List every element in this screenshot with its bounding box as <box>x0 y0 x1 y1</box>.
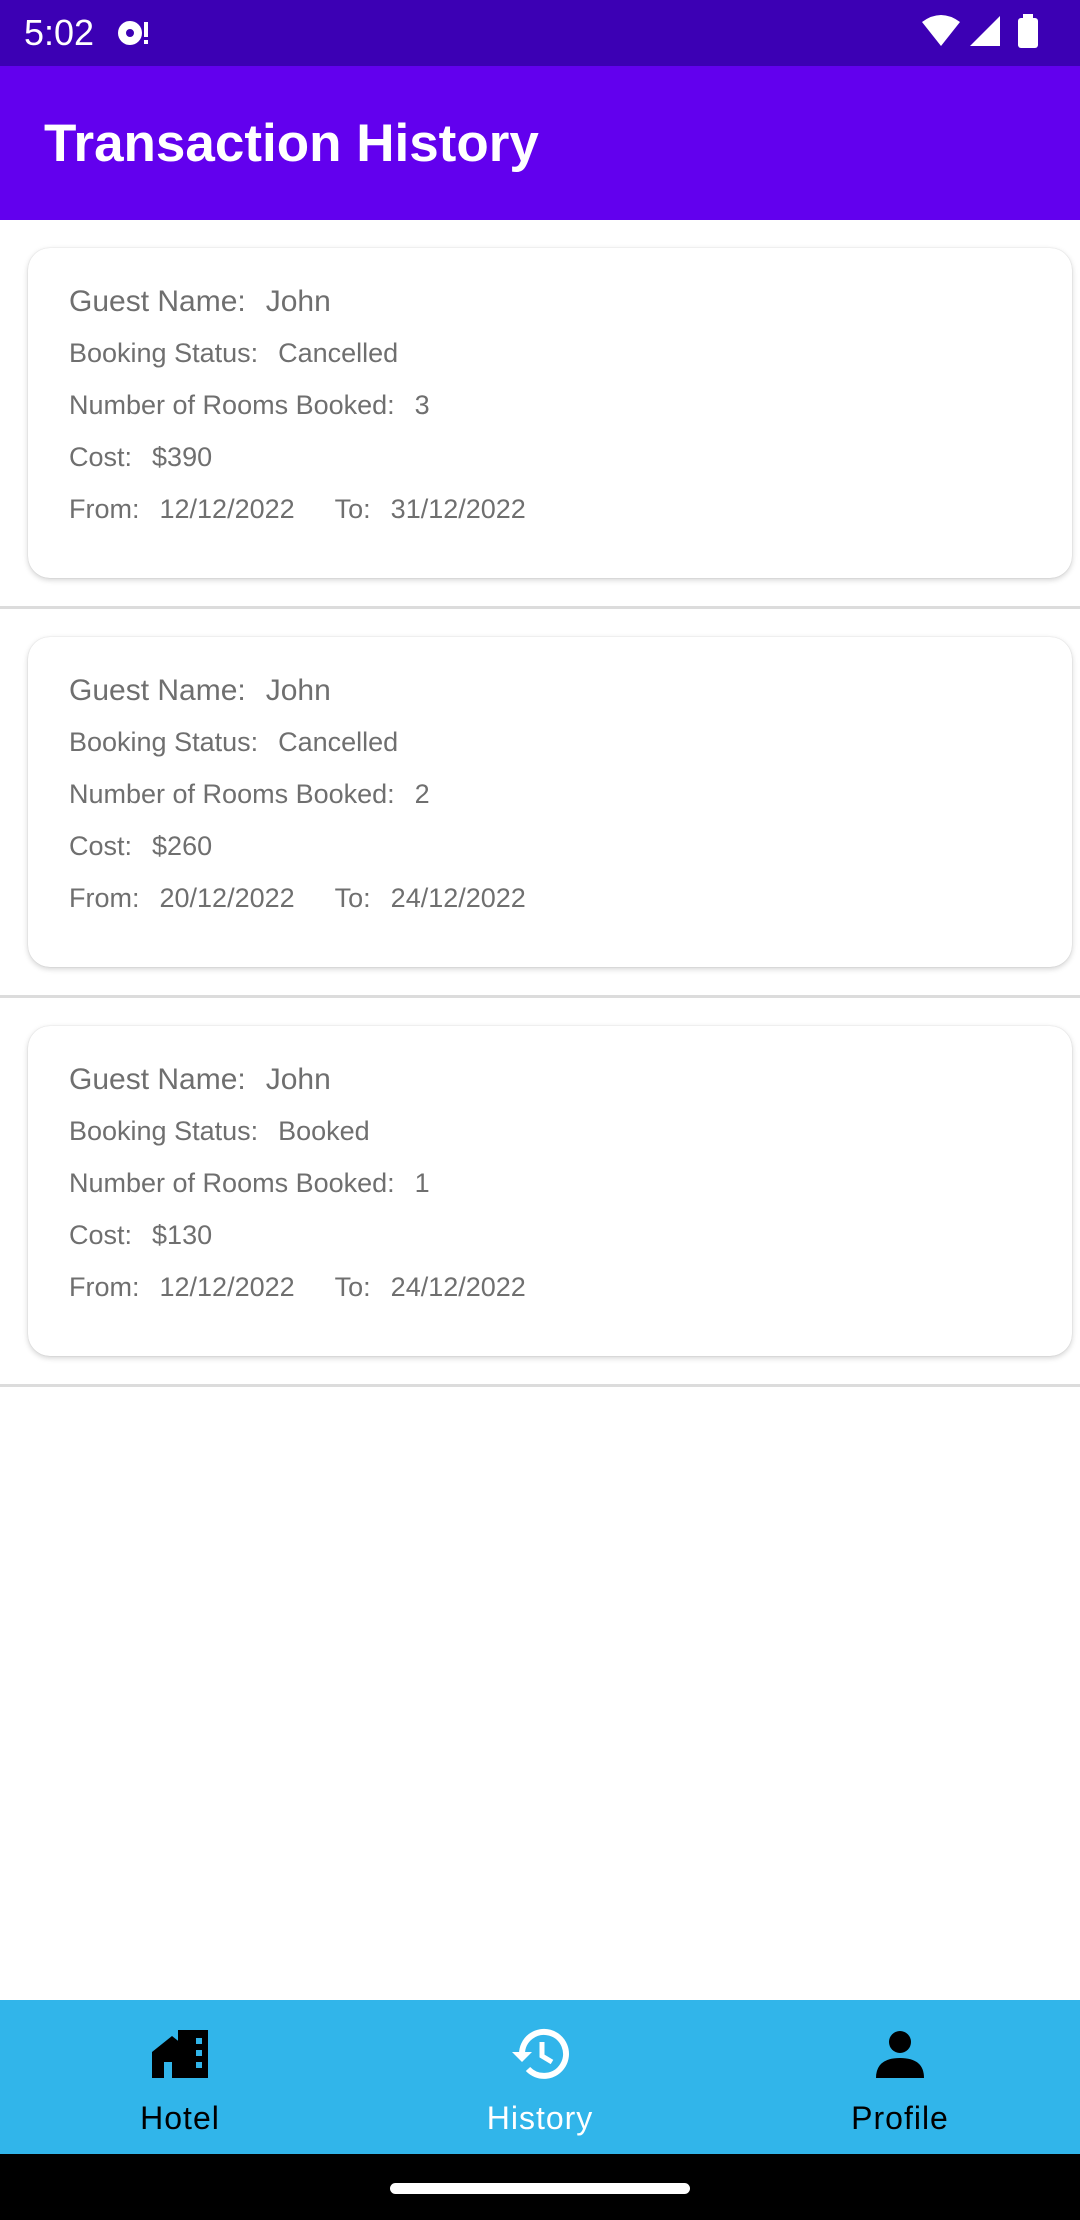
guest-name-value: John <box>265 674 331 707</box>
booking-status-label: Booking Status: <box>69 1116 259 1146</box>
booking-status-value: Cancelled <box>278 338 399 368</box>
notification-icon <box>114 16 154 55</box>
booking-status-label: Booking Status: <box>69 727 259 757</box>
status-time: 5:02 <box>24 12 95 53</box>
cost-label: Cost: <box>69 442 133 472</box>
booking-status-row: Booking Status: Booked <box>69 1112 370 1150</box>
guest-name-row: Guest Name: John <box>69 671 331 711</box>
from-label: From: <box>69 1272 140 1302</box>
to-value: 31/12/2022 <box>390 494 526 524</box>
rooms-booked-label: Number of Rooms Booked: <box>69 390 395 420</box>
from-value: 12/12/2022 <box>159 494 295 524</box>
rooms-booked-label: Number of Rooms Booked: <box>69 1168 395 1198</box>
transaction-list[interactable]: Guest Name: John Booking Status: Cancelled… <box>0 220 1080 1387</box>
cost-value: $130 <box>152 1220 213 1250</box>
nav-item-history[interactable]: History <box>360 2000 720 2154</box>
booking-status-label: Booking Status: <box>69 338 259 368</box>
signal-icon <box>970 16 1000 46</box>
from-label: From: <box>69 883 140 913</box>
page-title: Transaction History <box>44 114 539 173</box>
cost-label: Cost: <box>69 1220 133 1250</box>
cost-value: $390 <box>152 442 213 472</box>
nav-label-history: History <box>486 2100 594 2136</box>
rooms-booked-row: Number of Rooms Booked: 2 <box>69 775 430 813</box>
rooms-booked-row: Number of Rooms Booked: 1 <box>69 1164 430 1202</box>
list-item[interactable]: Guest Name: John Booking Status: Cancelled… <box>0 609 1080 998</box>
from-value: 20/12/2022 <box>159 883 295 913</box>
dates-row: From: 12/12/2022 To: 31/12/2022 <box>69 490 526 528</box>
hotel-icon <box>152 2030 208 2078</box>
rooms-booked-value: 1 <box>414 1168 430 1198</box>
guest-name-value: John <box>265 285 331 318</box>
dates-row: From: 20/12/2022 To: 24/12/2022 <box>69 879 526 917</box>
guest-name-value: John <box>265 1063 331 1096</box>
status-bar: 5:02 <box>0 0 1080 66</box>
from-value: 12/12/2022 <box>159 1272 295 1302</box>
to-label: To: <box>334 883 371 913</box>
to-value: 24/12/2022 <box>390 883 526 913</box>
cost-row: Cost: $390 <box>69 438 212 476</box>
profile-icon <box>876 2031 924 2078</box>
list-item[interactable]: Guest Name: John Booking Status: Booked Nu… <box>0 998 1080 1387</box>
nav-label-profile: Profile <box>851 2100 949 2136</box>
booking-status-value: Cancelled <box>278 727 399 757</box>
transaction-card[interactable]: Guest Name: John Booking Status: Cancelled… <box>28 248 1072 578</box>
system-navigation-bar <box>0 2154 1080 2220</box>
list-item[interactable]: Guest Name: John Booking Status: Cancelled… <box>0 220 1080 609</box>
battery-icon <box>1018 14 1038 48</box>
transaction-card[interactable]: Guest Name: John Booking Status: Booked Nu… <box>28 1026 1072 1356</box>
cost-label: Cost: <box>69 831 133 861</box>
status-icons <box>920 14 1050 59</box>
history-icon <box>512 2028 569 2079</box>
nav-item-profile[interactable]: Profile <box>720 2000 1080 2154</box>
rooms-booked-row: Number of Rooms Booked: 3 <box>69 386 430 424</box>
guest-name-label: Guest Name: <box>69 674 246 707</box>
rooms-booked-value: 2 <box>414 779 430 809</box>
guest-name-row: Guest Name: John <box>69 1060 331 1100</box>
transaction-card[interactable]: Guest Name: John Booking Status: Cancelled… <box>28 637 1072 967</box>
rooms-booked-value: 3 <box>414 390 430 420</box>
cost-row: Cost: $130 <box>69 1216 212 1254</box>
guest-name-label: Guest Name: <box>69 1063 246 1096</box>
to-value: 24/12/2022 <box>390 1272 526 1302</box>
nav-label-hotel: Hotel <box>140 2100 220 2136</box>
booking-status-row: Booking Status: Cancelled <box>69 723 398 761</box>
wifi-icon <box>922 15 960 46</box>
to-label: To: <box>334 1272 371 1302</box>
dates-row: From: 12/12/2022 To: 24/12/2022 <box>69 1268 526 1306</box>
booking-status-row: Booking Status: Cancelled <box>69 334 398 372</box>
booking-status-value: Booked <box>278 1116 370 1146</box>
guest-name-row: Guest Name: John <box>69 282 331 322</box>
rooms-booked-label: Number of Rooms Booked: <box>69 779 395 809</box>
to-label: To: <box>334 494 371 524</box>
from-label: From: <box>69 494 140 524</box>
bottom-navigation: Hotel History Profile <box>0 2000 1080 2154</box>
guest-name-label: Guest Name: <box>69 285 246 318</box>
app-bar: Transaction History <box>0 66 1080 220</box>
cost-value: $260 <box>152 831 213 861</box>
home-gesture-handle[interactable] <box>390 2183 690 2194</box>
nav-item-hotel[interactable]: Hotel <box>0 2000 360 2154</box>
cost-row: Cost: $260 <box>69 827 212 865</box>
